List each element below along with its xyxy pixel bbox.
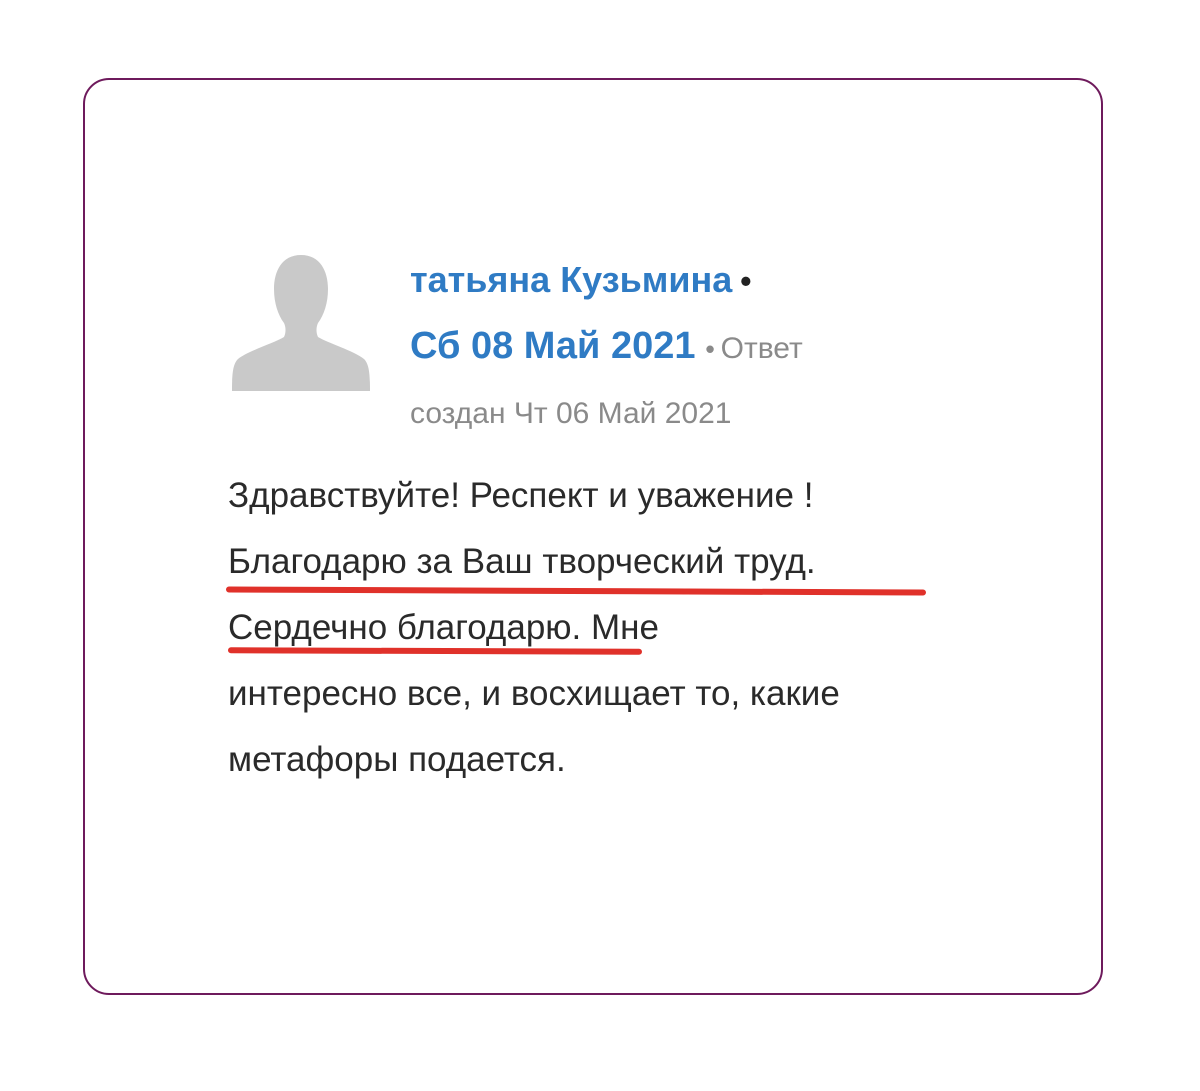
date-line: Сб 08 Май 2021 • Ответ: [410, 320, 803, 375]
comment-date-link[interactable]: Сб 08 Май 2021: [410, 325, 696, 367]
author-name-link[interactable]: татьяна Кузьмина: [410, 259, 732, 300]
created-date: создан Чт 06 Май 2021: [410, 397, 732, 430]
comment-text-line: метафоры подается.: [228, 740, 566, 779]
comment-card: [83, 78, 1103, 995]
comment-text-line: интересно все, и восхищает то, какие: [228, 674, 840, 713]
author-line: татьяна Кузьмина •: [410, 256, 751, 305]
user-silhouette-icon: [232, 255, 370, 391]
separator-dot: •: [705, 334, 715, 364]
comment-text-line: Здравствуйте! Респект и уважение !: [228, 476, 814, 515]
separator-dot: •: [740, 263, 752, 299]
reply-label: Ответ: [720, 332, 803, 365]
comment-text-line: Сердечно благодарю. Мне: [228, 608, 659, 647]
avatar[interactable]: [230, 253, 372, 391]
comment-text-line: Благодарю за Ваш творческий труд.: [228, 542, 816, 581]
